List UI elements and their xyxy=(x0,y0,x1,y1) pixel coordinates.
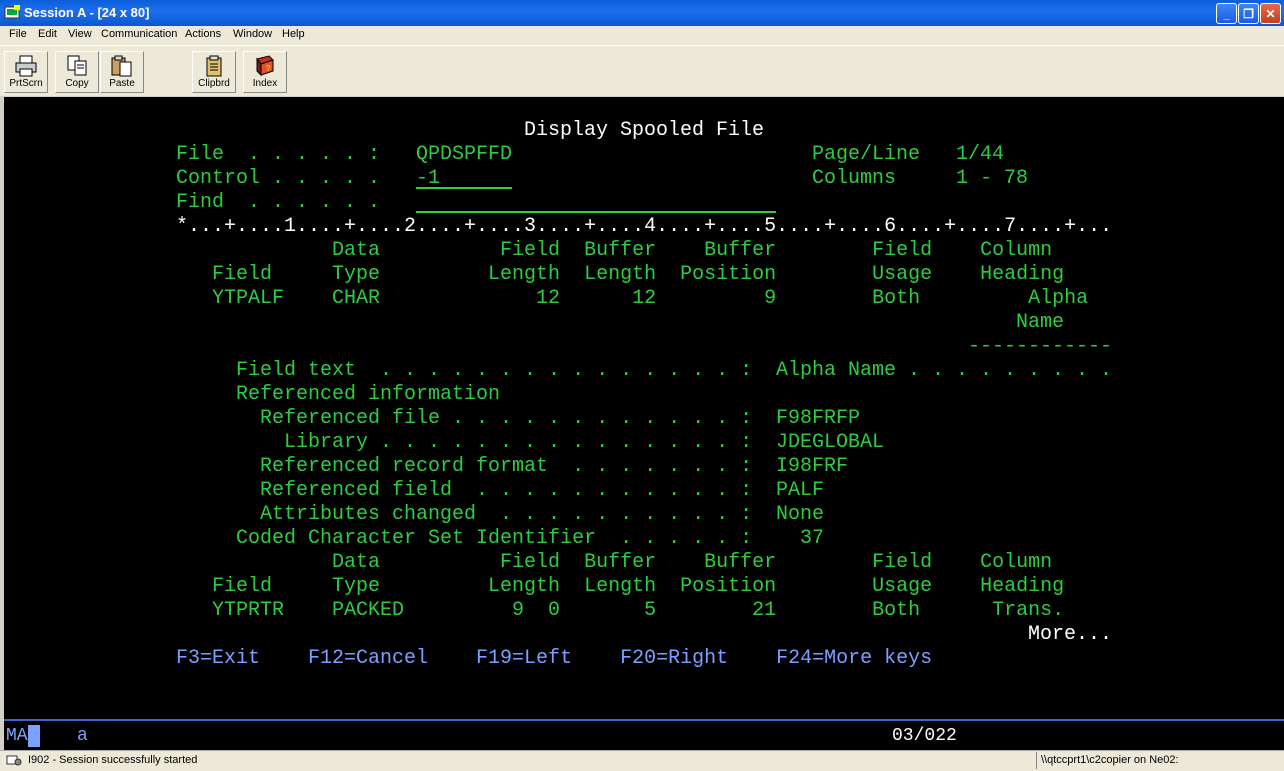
detail-referenced-file-label: Referenced file . . . . . . . . . . . . … xyxy=(176,407,753,430)
file-value: QPDSPFFD xyxy=(416,143,513,166)
title-bar: Session A - [24 x 80] _ ❐ ✕ xyxy=(0,0,1284,26)
clipbrd-button[interactable]: Clipbrd xyxy=(192,51,236,93)
menu-window[interactable]: Window xyxy=(233,28,272,40)
index-book-icon: ? xyxy=(256,55,274,77)
detail-referenced-field-label: Referenced field . . . . . . . . . . . : xyxy=(176,479,753,502)
index-label: Index xyxy=(252,78,278,89)
detail-ccsid-label: Coded Character Set Identifier . . . . .… xyxy=(176,527,753,550)
menu-file[interactable]: File xyxy=(9,28,27,40)
window-title: Session A - [24 x 80] xyxy=(24,5,150,20)
detail-library-label: Library . . . . . . . . . . . . . . . : xyxy=(176,431,753,454)
detail-referenced-info-label: Referenced information xyxy=(176,383,501,406)
oia-mode: MA xyxy=(6,726,28,746)
detail-record-format-value: I98FRF xyxy=(776,455,849,478)
copy-label: Copy xyxy=(65,78,89,89)
columns-label: Columns xyxy=(812,167,897,190)
field1-heading-line2: Name xyxy=(1016,311,1065,334)
menu-edit[interactable]: Edit xyxy=(38,28,57,40)
copy-button[interactable]: Copy xyxy=(55,51,99,93)
detail-referenced-field-value: PALF xyxy=(776,479,825,502)
clipboard-icon xyxy=(206,55,222,77)
status-host: \\qtccprt1\c2copier on Ne02: xyxy=(1036,752,1282,769)
detail-referenced-file-value: F98FRFP xyxy=(776,407,861,430)
detail-record-format-label: Referenced record format . . . . . . . : xyxy=(176,455,753,478)
menu-view[interactable]: View xyxy=(68,28,92,40)
session-status-icon xyxy=(6,755,22,766)
columns-value: 1 - 78 xyxy=(956,167,1029,190)
menu-help[interactable]: Help xyxy=(282,28,305,40)
status-message: I902 - Session successfully started xyxy=(28,754,198,766)
menu-bar: File Edit View Communication Actions Win… xyxy=(0,26,1284,45)
cursor-position: 03/022 xyxy=(892,726,957,746)
minimize-button[interactable]: _ xyxy=(1216,3,1237,24)
cursor-block xyxy=(28,725,40,747)
restore-button[interactable]: ❐ xyxy=(1238,3,1259,24)
field2-row: YTPRTR PACKED 9 0 5 21 Both Trans. xyxy=(176,599,1065,622)
function-keys[interactable]: F3=Exit F12=Cancel F19=Left F20=Right F2… xyxy=(176,647,932,671)
field1-row: YTPALF CHAR 12 12 9 Both Alpha xyxy=(176,287,1089,310)
terminal-screen[interactable]: Display Spooled File File . . . . . : QP… xyxy=(4,97,1284,719)
field1-header-row1: Data Field Buffer Buffer Field Column xyxy=(176,239,1053,262)
printer-icon xyxy=(15,55,37,77)
session-app-icon xyxy=(4,5,20,19)
field2-header-row1: Data Field Buffer Buffer Field Column xyxy=(176,551,1053,574)
prtscrn-label: PrtScrn xyxy=(9,78,43,89)
paste-label: Paste xyxy=(109,78,135,89)
operator-info-area: MA a 03/022 xyxy=(4,719,1284,750)
detail-ccsid-value: 37 xyxy=(776,527,825,550)
field1-header-row2: Field Type Length Length Position Usage … xyxy=(176,263,1065,286)
detail-attributes-changed-label: Attributes changed . . . . . . . . . . : xyxy=(176,503,753,526)
field2-header-row2: Field Type Length Length Position Usage … xyxy=(176,575,1065,598)
menu-communication[interactable]: Communication xyxy=(101,28,177,40)
oia-indicator: a xyxy=(77,726,88,746)
find-label: Find . . . . . . xyxy=(176,191,381,214)
status-bar: I902 - Session successfully started \\qt… xyxy=(0,750,1284,771)
column-ruler: *...+....1....+....2....+....3....+....4… xyxy=(176,215,1113,238)
close-button[interactable]: ✕ xyxy=(1260,3,1281,24)
copy-icon xyxy=(67,55,87,76)
paste-icon xyxy=(111,55,132,77)
pageline-value: 1/44 xyxy=(956,143,1005,166)
clipbrd-label: Clipbrd xyxy=(198,78,230,89)
paste-button[interactable]: Paste xyxy=(100,51,144,93)
more-indicator: More... xyxy=(1028,623,1113,646)
field1-heading-dashes: ------------ xyxy=(968,335,1113,358)
toolbar: PrtScrn Copy Paste Clipbrd ? Index xyxy=(0,45,1284,96)
detail-library-value: JDEGLOBAL xyxy=(776,431,885,454)
detail-field-text-value: Alpha Name . . . . . . . . . xyxy=(776,359,1113,382)
svg-text:?: ? xyxy=(266,64,271,73)
control-label: Control . . . . . xyxy=(176,167,381,190)
menu-actions[interactable]: Actions xyxy=(185,28,221,40)
file-label: File . . . . . : xyxy=(176,143,381,166)
find-field[interactable] xyxy=(416,211,776,213)
prtscrn-button[interactable]: PrtScrn xyxy=(4,51,48,93)
detail-field-text-label: Field text . . . . . . . . . . . . . . .… xyxy=(176,359,753,382)
index-button[interactable]: ? Index xyxy=(243,51,287,93)
screen-title: Display Spooled File xyxy=(524,119,765,142)
pageline-label: Page/Line xyxy=(812,143,921,166)
control-field-underline xyxy=(416,187,512,189)
detail-attributes-changed-value: None xyxy=(776,503,825,526)
